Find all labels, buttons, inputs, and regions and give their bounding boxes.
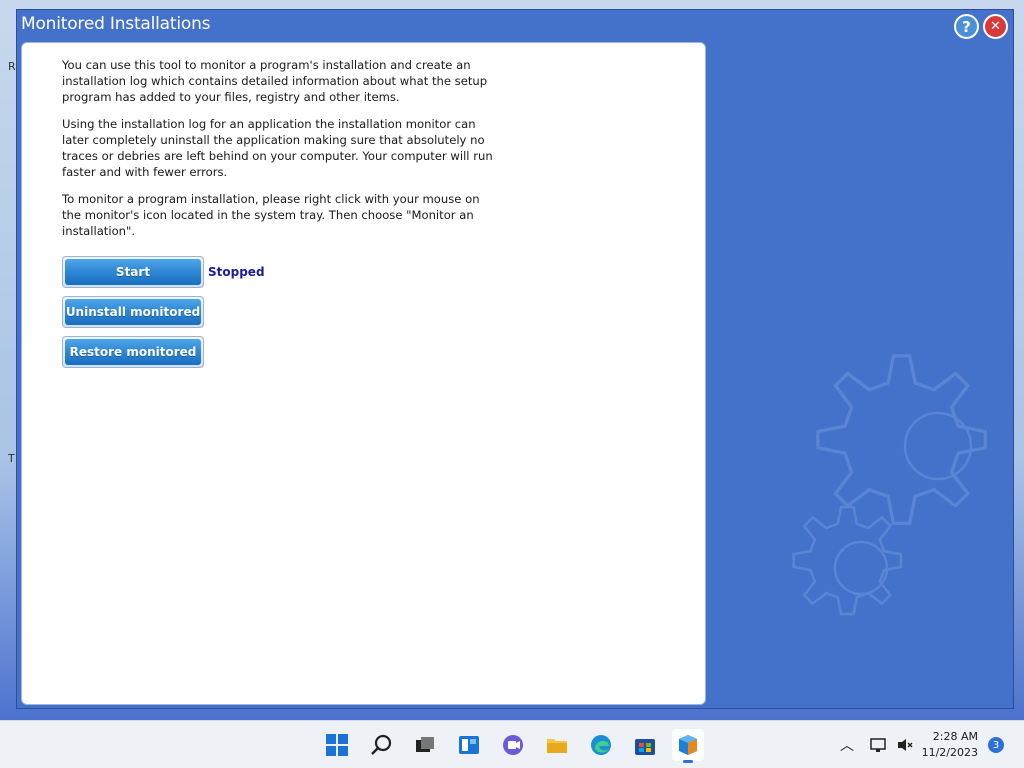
restore-monitored-button[interactable]: Restore monitored [62, 336, 204, 368]
taskbar: ︿ 2:28 AM 11/2/2023 3 [0, 720, 1024, 768]
gears-decoration-icon [792, 354, 987, 616]
file-explorer-icon [547, 739, 567, 753]
start-menu-button[interactable] [321, 729, 353, 761]
task-view-button[interactable] [409, 729, 441, 761]
uninstaller-app-button[interactable] [672, 729, 704, 763]
uninstall-paragraph: Using the installation log for an applic… [62, 117, 493, 179]
clock[interactable]: 2:28 AM 11/2/2023 [922, 729, 978, 761]
show-hidden-icons-chevron-up-icon[interactable]: ︿ [840, 735, 854, 755]
window-title: Monitored Installations [21, 14, 211, 34]
task-view-icon [416, 737, 434, 752]
desktop-fragment: R [8, 60, 16, 73]
content-panel: You can use this tool to monitor a progr… [21, 42, 706, 705]
store-icon [635, 739, 655, 755]
search-button[interactable] [365, 729, 397, 761]
close-button[interactable]: ✕ [983, 14, 1008, 39]
uninstall-row: Uninstall monitored [62, 296, 204, 328]
widgets-button[interactable] [453, 729, 485, 761]
start-icon [326, 734, 348, 756]
edge-icon [591, 735, 611, 755]
start-button-label: Start [65, 259, 201, 285]
store-button[interactable] [629, 729, 661, 761]
clock-time: 2:28 AM [932, 730, 978, 743]
chat-icon [503, 735, 523, 755]
notification-badge[interactable]: 3 [988, 737, 1004, 753]
instructions-paragraph: To monitor a program installation, pleas… [62, 192, 480, 238]
monitored-installations-window: Monitored Installations ? ✕ You can use … [16, 9, 1014, 709]
file-explorer-button[interactable] [541, 729, 573, 761]
uninstall-button-label: Uninstall monitored [65, 299, 201, 325]
start-button[interactable]: Start [62, 256, 204, 288]
help-button[interactable]: ? [954, 14, 979, 39]
monitor-status: Stopped [208, 265, 265, 279]
title-bar: Monitored Installations ? ✕ [17, 10, 1013, 42]
help-icon: ? [962, 17, 971, 36]
system-tray: ︿ [840, 721, 914, 768]
app-cube-icon [679, 735, 697, 755]
widgets-icon [459, 736, 479, 754]
search-icon [371, 734, 392, 755]
restore-row: Restore monitored [62, 336, 204, 368]
desktop-fragment: T [8, 452, 15, 465]
start-row: Start Stopped [62, 256, 265, 288]
chat-button[interactable] [497, 729, 529, 761]
restore-button-label: Restore monitored [65, 339, 201, 365]
close-icon: ✕ [990, 19, 1001, 34]
network-icon[interactable] [870, 737, 888, 753]
description-text: You can use this tool to monitor a progr… [62, 57, 502, 250]
uninstall-monitored-button[interactable]: Uninstall monitored [62, 296, 204, 328]
clock-date: 11/2/2023 [921, 746, 978, 759]
edge-button[interactable] [585, 729, 617, 761]
volume-muted-icon[interactable] [896, 737, 914, 753]
intro-paragraph: You can use this tool to monitor a progr… [62, 58, 488, 104]
